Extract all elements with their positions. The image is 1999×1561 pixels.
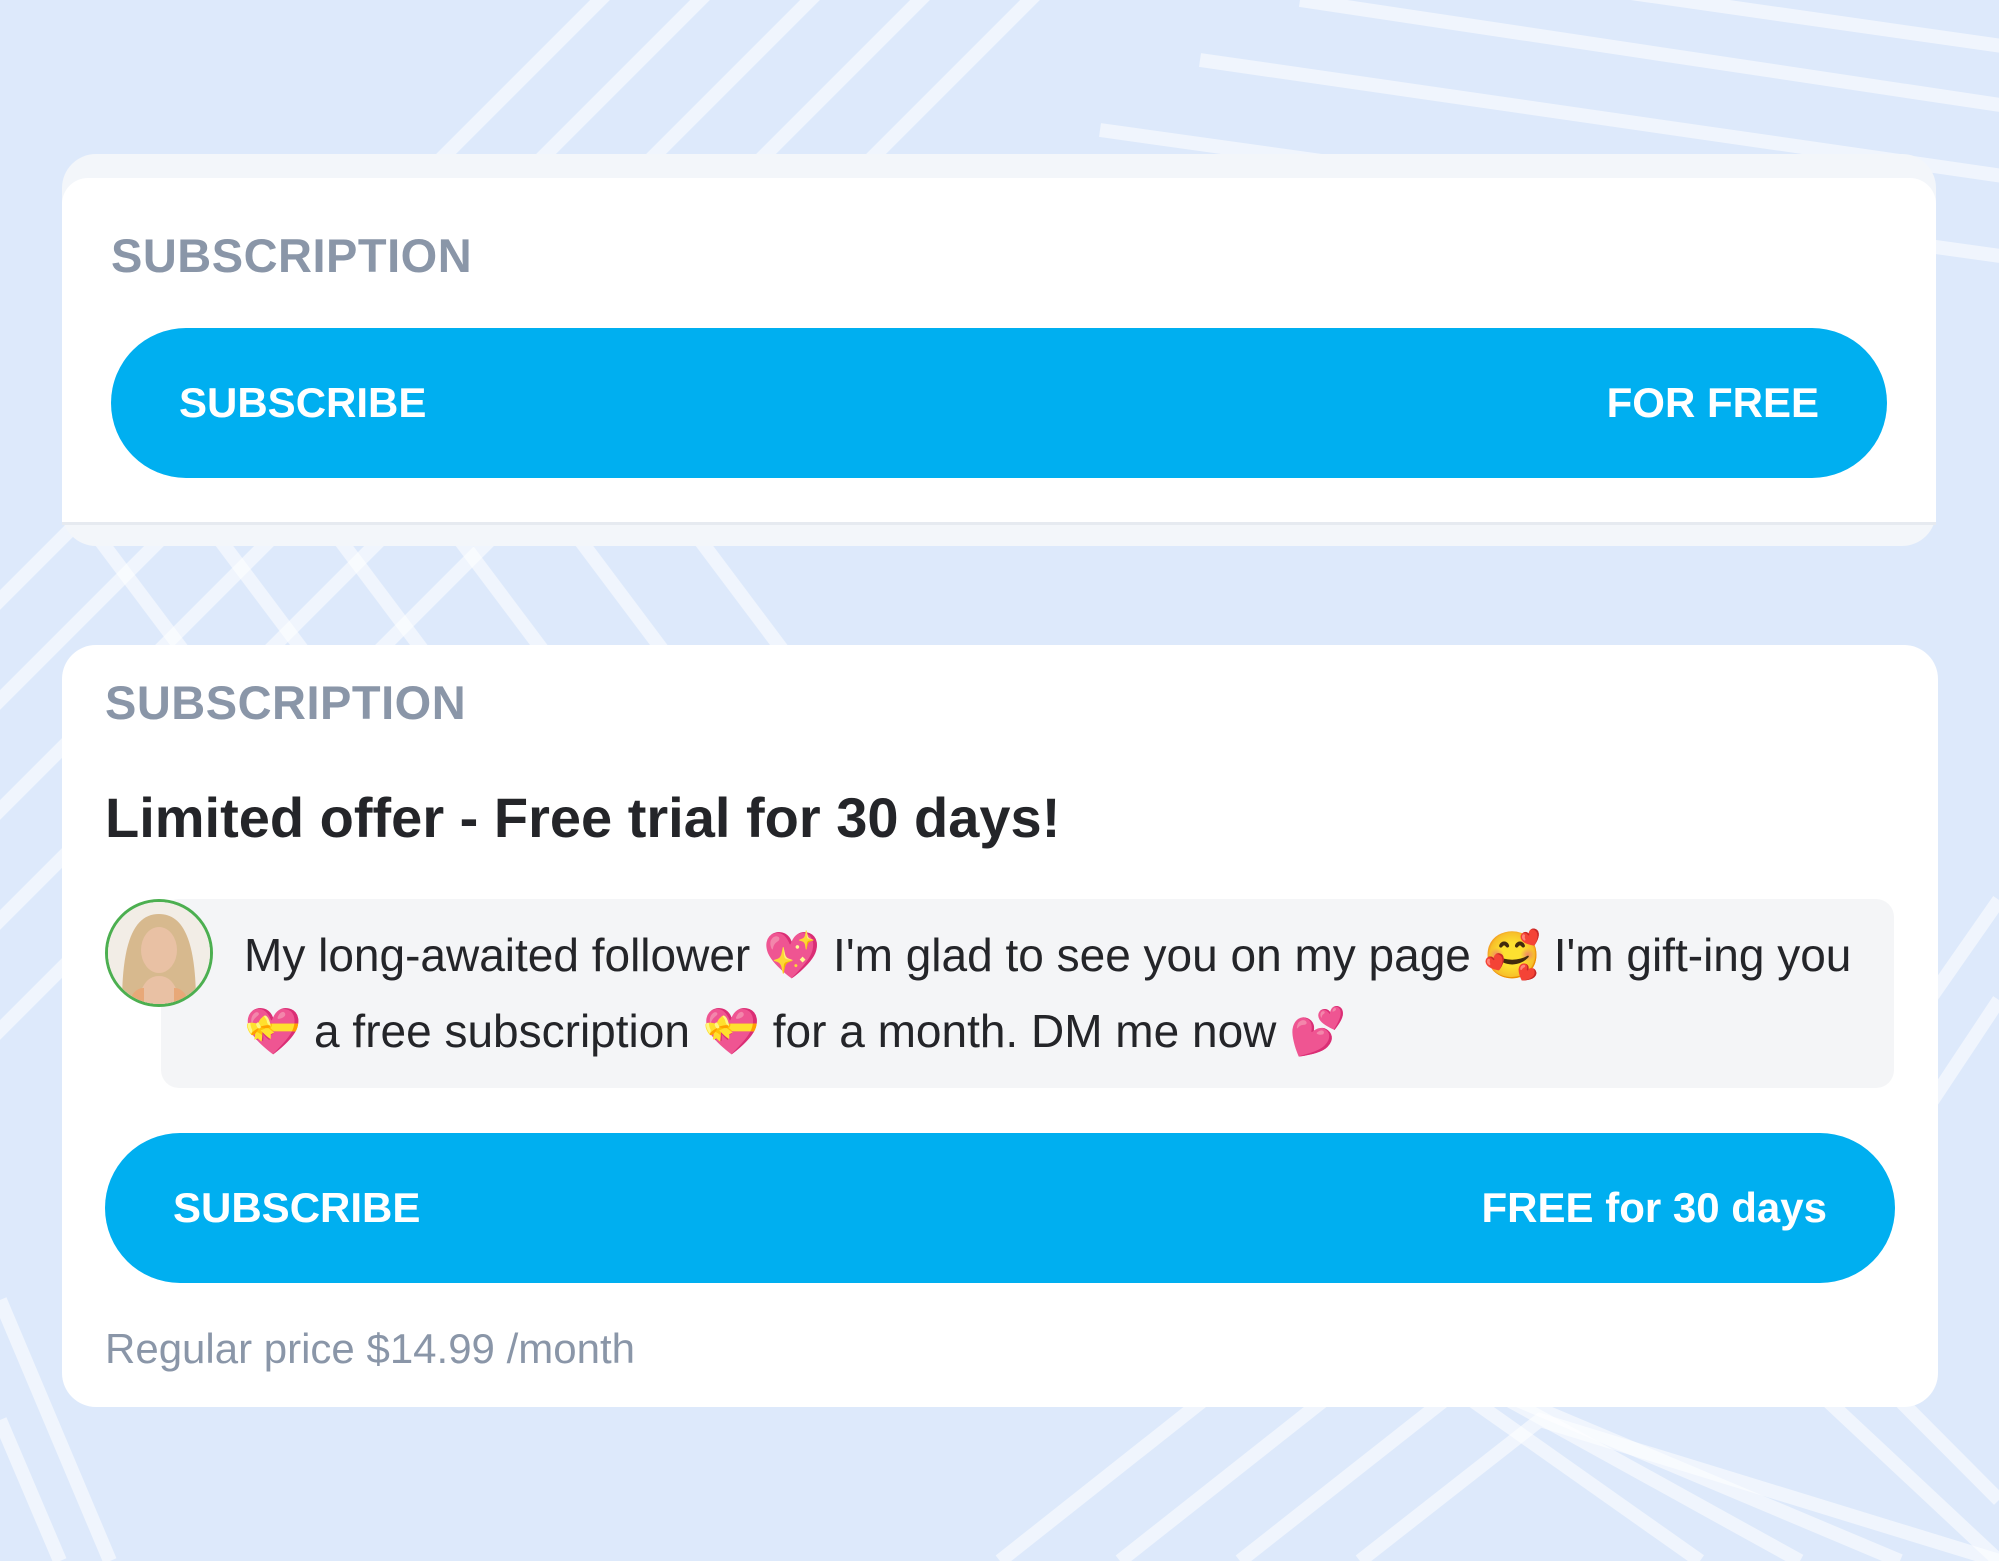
section-label: SUBSCRIPTION: [105, 676, 467, 729]
subscribe-button-label: SUBSCRIBE: [179, 379, 427, 426]
subscribe-button-price: FREE for 30 days: [1481, 1184, 1827, 1231]
creator-message-bubble: My long-awaited follower 💖 I'm glad to s…: [161, 899, 1894, 1088]
creator-message-text: My long-awaited follower 💖 I'm glad to s…: [244, 929, 1852, 1057]
offer-title: Limited offer - Free trial for 30 days!: [105, 786, 1061, 849]
section-label: SUBSCRIPTION: [111, 229, 473, 282]
subscribe-button[interactable]: SUBSCRIBE FOR FREE: [111, 328, 1887, 478]
avatar-image: [108, 902, 210, 1004]
subscription-card: SUBSCRIPTION SUBSCRIBE FOR FREE: [62, 154, 1936, 546]
subscribe-button-label: SUBSCRIBE: [173, 1184, 421, 1231]
subscription-card-body: SUBSCRIPTION SUBSCRIBE FOR FREE: [62, 178, 1936, 525]
subscribe-button-price: FOR FREE: [1606, 379, 1819, 426]
limited-offer-card: SUBSCRIPTION Limited offer - Free trial …: [62, 645, 1938, 1407]
regular-price-text: Regular price $14.99 /month: [105, 1325, 635, 1372]
creator-avatar[interactable]: [105, 899, 213, 1007]
subscribe-free-trial-button[interactable]: SUBSCRIBE FREE for 30 days: [105, 1133, 1895, 1283]
